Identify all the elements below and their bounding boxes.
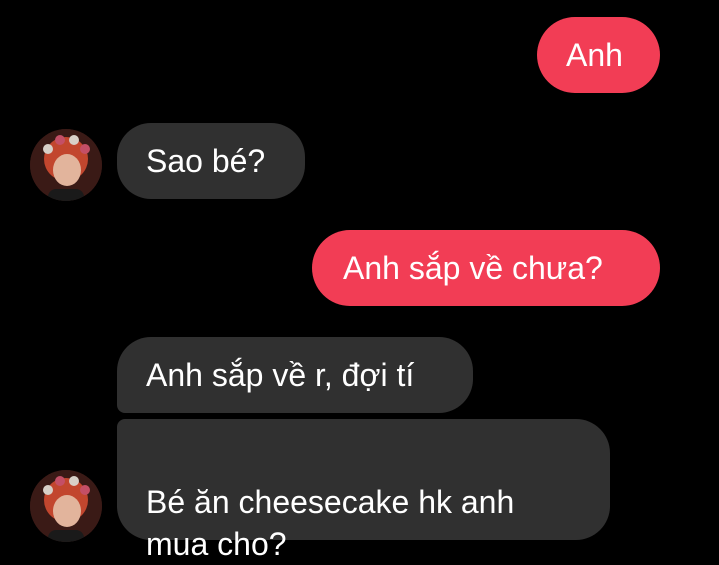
- message-thread: Anh Sao bé? Anh sắp về chưa? Anh sắp về …: [0, 0, 719, 562]
- message-text: Anh sắp về r, đợi tí: [146, 357, 415, 393]
- profile-photo-icon: [30, 129, 102, 201]
- received-message-bubble[interactable]: Sao bé?: [117, 123, 305, 199]
- received-message-bubble[interactable]: Bé ăn cheesecake hk anh mua cho?: [117, 419, 610, 562]
- message-text: Bé ăn cheesecake hk anh mua cho?: [146, 484, 515, 562]
- contact-avatar[interactable]: [30, 129, 102, 201]
- contact-avatar[interactable]: [30, 470, 102, 542]
- message-text: Anh: [566, 37, 623, 73]
- profile-photo-icon: [30, 470, 102, 542]
- message-text: Anh sắp về chưa?: [343, 250, 603, 286]
- sent-message-bubble[interactable]: Anh sắp về chưa?: [312, 230, 660, 306]
- message-text: Sao bé?: [146, 143, 266, 179]
- received-message-bubble[interactable]: Anh sắp về r, đợi tí: [117, 337, 473, 413]
- sent-message-bubble[interactable]: Anh: [537, 17, 660, 93]
